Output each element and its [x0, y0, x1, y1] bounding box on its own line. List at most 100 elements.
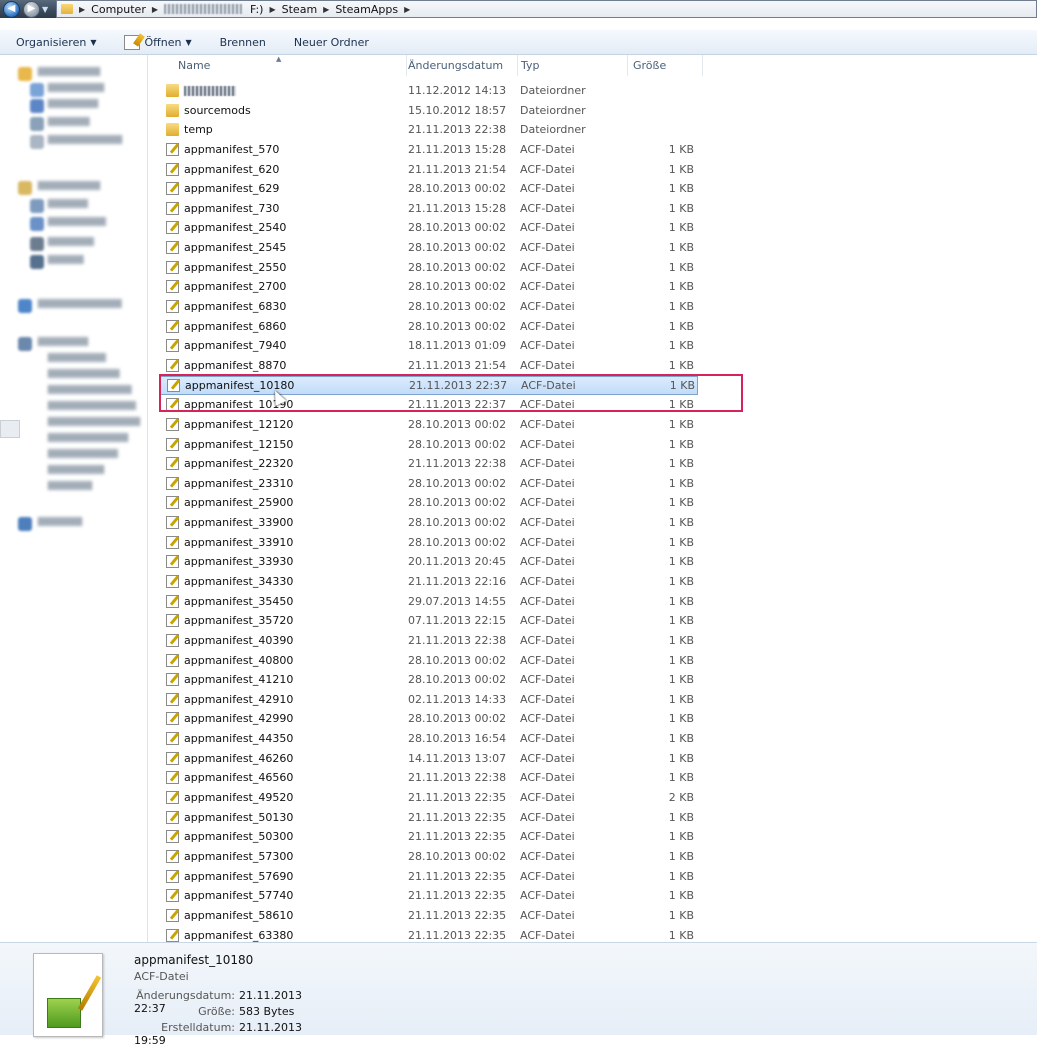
- file-row[interactable]: appmanifest_46260 14.11.2013 13:07 ACF-Dat…: [160, 749, 698, 768]
- back-button[interactable]: ◀: [3, 0, 20, 18]
- file-row[interactable]: appmanifest_58610 21.11.2013 22:35 ACF-Dat…: [160, 906, 698, 925]
- file-type: ACF-Datei: [520, 201, 575, 215]
- organize-button[interactable]: Organisieren ▼: [0, 36, 110, 49]
- nav-blurred-label: [38, 337, 88, 346]
- acf-file-icon: [166, 496, 179, 510]
- file-row[interactable]: appmanifest_2545 28.10.2013 00:02 ACF-Date…: [160, 238, 698, 257]
- file-row[interactable]: appmanifest_10180 21.11.2013 22:37 ACF-Dat…: [160, 375, 698, 395]
- burn-button[interactable]: Brennen: [206, 36, 280, 49]
- file-row[interactable]: appmanifest_46560 21.11.2013 22:38 ACF-Dat…: [160, 768, 698, 787]
- file-row[interactable]: appmanifest_6830 28.10.2013 00:02 ACF-Date…: [160, 297, 698, 316]
- file-row[interactable]: appmanifest_33930 20.11.2013 20:45 ACF-Dat…: [160, 552, 698, 571]
- nav-blurred-label: [48, 417, 140, 426]
- file-name: [184, 84, 236, 97]
- file-type: ACF-Datei: [520, 437, 575, 451]
- file-name: appmanifest_40800: [184, 653, 294, 667]
- forward-button[interactable]: ▶: [23, 0, 40, 18]
- breadcrumb-computer[interactable]: Computer: [87, 3, 150, 16]
- file-row[interactable]: temp 21.11.2013 22:38 Dateiordner: [160, 120, 698, 139]
- file-row[interactable]: appmanifest_2700 28.10.2013 00:02 ACF-Date…: [160, 277, 698, 296]
- file-row[interactable]: sourcemods 15.10.2012 18:57 Dateiordner: [160, 101, 698, 120]
- details-file-name: appmanifest_10180: [134, 953, 254, 967]
- file-row[interactable]: appmanifest_41210 28.10.2013 00:02 ACF-Dat…: [160, 670, 698, 689]
- breadcrumb-separator[interactable]: ▶: [267, 5, 277, 14]
- file-row[interactable]: appmanifest_12150 28.10.2013 00:02 ACF-Dat…: [160, 435, 698, 454]
- column-header-date[interactable]: Änderungsdatum: [408, 55, 518, 76]
- file-row[interactable]: appmanifest_570 21.11.2013 15:28 ACF-Datei…: [160, 140, 698, 159]
- column-header-size[interactable]: Größe: [633, 55, 703, 76]
- file-size: 1 KB: [668, 653, 694, 667]
- file-row[interactable]: appmanifest_33900 28.10.2013 00:02 ACF-Dat…: [160, 513, 698, 532]
- file-row[interactable]: appmanifest_8870 21.11.2013 21:54 ACF-Date…: [160, 356, 698, 375]
- new-folder-button[interactable]: Neuer Ordner: [280, 36, 383, 49]
- breadcrumb-separator[interactable]: ▶: [150, 5, 160, 14]
- file-row[interactable]: appmanifest_42990 28.10.2013 00:02 ACF-Dat…: [160, 709, 698, 728]
- acf-file-icon: [166, 398, 179, 412]
- file-row[interactable]: appmanifest_57740 21.11.2013 22:35 ACF-Dat…: [160, 886, 698, 905]
- file-row[interactable]: appmanifest_50130 21.11.2013 22:35 ACF-Dat…: [160, 808, 698, 827]
- breadcrumb-drive[interactable]: F:): [246, 3, 267, 16]
- file-size: 1 KB: [668, 516, 694, 530]
- file-row[interactable]: appmanifest_35720 07.11.2013 22:15 ACF-Dat…: [160, 611, 698, 630]
- column-header-name[interactable]: Name: [178, 55, 407, 76]
- file-row[interactable]: appmanifest_22320 21.11.2013 22:38 ACF-Dat…: [160, 454, 698, 473]
- acf-file-icon: [166, 849, 179, 863]
- file-row[interactable]: appmanifest_57300 28.10.2013 00:02 ACF-Dat…: [160, 847, 698, 866]
- column-header-type[interactable]: Typ: [521, 55, 628, 76]
- breadcrumb-blurred-segment: [164, 4, 242, 14]
- file-row[interactable]: appmanifest_44350 28.10.2013 16:54 ACF-Dat…: [160, 729, 698, 748]
- file-date: 07.11.2013 22:15: [408, 614, 507, 628]
- file-row[interactable]: appmanifest_34330 21.11.2013 22:16 ACF-Dat…: [160, 572, 698, 591]
- file-row[interactable]: appmanifest_629 28.10.2013 00:02 ACF-Datei…: [160, 179, 698, 198]
- acf-file-icon: [166, 653, 179, 667]
- recent-pages-dropdown[interactable]: ▼: [42, 5, 52, 14]
- file-row[interactable]: 11.12.2012 14:13 Dateiordner: [160, 81, 698, 100]
- breadcrumb[interactable]: ▶ Computer ▶ F:) ▶ Steam ▶ SteamApps ▶: [56, 0, 1037, 18]
- file-size: 1 KB: [668, 300, 694, 314]
- file-name: appmanifest_25900: [184, 496, 294, 510]
- file-size: 1 KB: [668, 417, 694, 431]
- file-row[interactable]: appmanifest_2550 28.10.2013 00:02 ACF-Date…: [160, 258, 698, 277]
- file-size: 1 KB: [668, 437, 694, 451]
- file-row[interactable]: appmanifest_620 21.11.2013 21:54 ACF-Datei…: [160, 160, 698, 179]
- file-size: 1 KB: [668, 771, 694, 785]
- file-date: 21.11.2013 22:37: [408, 398, 507, 412]
- file-row[interactable]: appmanifest_25900 28.10.2013 00:02 ACF-Dat…: [160, 493, 698, 512]
- breadcrumb-separator[interactable]: ▶: [77, 5, 87, 14]
- file-row[interactable]: appmanifest_35450 29.07.2013 14:55 ACF-Dat…: [160, 592, 698, 611]
- file-row[interactable]: appmanifest_7940 18.11.2013 01:09 ACF-Date…: [160, 336, 698, 355]
- acf-file-icon: [166, 241, 179, 255]
- acf-file-icon: [166, 712, 179, 726]
- acf-file-icon: [166, 908, 179, 922]
- file-row[interactable]: appmanifest_2540 28.10.2013 00:02 ACF-Date…: [160, 218, 698, 237]
- acf-file-icon: [166, 300, 179, 314]
- file-row[interactable]: appmanifest_40390 21.11.2013 22:38 ACF-Dat…: [160, 631, 698, 650]
- file-row[interactable]: appmanifest_33910 28.10.2013 00:02 ACF-Dat…: [160, 533, 698, 552]
- chevron-down-icon: ▼: [90, 37, 97, 47]
- file-row[interactable]: appmanifest_12120 28.10.2013 00:02 ACF-Dat…: [160, 415, 698, 434]
- breadcrumb-steamapps[interactable]: SteamApps: [331, 3, 402, 16]
- breadcrumb-separator[interactable]: ▶: [402, 5, 412, 14]
- file-row[interactable]: appmanifest_23310 28.10.2013 00:02 ACF-Dat…: [160, 474, 698, 493]
- file-row[interactable]: appmanifest_10190 21.11.2013 22:37 ACF-Dat…: [160, 395, 698, 414]
- file-row[interactable]: appmanifest_6860 28.10.2013 00:02 ACF-Date…: [160, 317, 698, 336]
- acf-file-icon: [166, 162, 179, 176]
- pane-splitter-handle[interactable]: [0, 420, 20, 438]
- file-row[interactable]: appmanifest_42910 02.11.2013 14:33 ACF-Dat…: [160, 690, 698, 709]
- open-button[interactable]: Öffnen ▼: [110, 34, 205, 50]
- file-name: appmanifest_6830: [184, 300, 287, 314]
- file-row[interactable]: appmanifest_730 21.11.2013 15:28 ACF-Datei…: [160, 199, 698, 218]
- file-date: 11.12.2012 14:13: [408, 84, 507, 97]
- file-date: 21.11.2013 15:28: [408, 201, 507, 215]
- file-name: appmanifest_58610: [184, 908, 294, 922]
- file-row[interactable]: appmanifest_40800 28.10.2013 00:02 ACF-Dat…: [160, 651, 698, 670]
- nav-blurred-label: [48, 369, 120, 378]
- breadcrumb-separator[interactable]: ▶: [321, 5, 331, 14]
- file-row[interactable]: appmanifest_50300 21.11.2013 22:35 ACF-Dat…: [160, 827, 698, 846]
- nav-blurred-label: [48, 99, 98, 108]
- file-row[interactable]: appmanifest_57690 21.11.2013 22:35 ACF-Dat…: [160, 867, 698, 886]
- breadcrumb-steam[interactable]: Steam: [278, 3, 322, 16]
- file-date: 21.11.2013 22:35: [408, 830, 507, 844]
- file-type: ACF-Datei: [520, 889, 575, 903]
- file-row[interactable]: appmanifest_49520 21.11.2013 22:35 ACF-Dat…: [160, 788, 698, 807]
